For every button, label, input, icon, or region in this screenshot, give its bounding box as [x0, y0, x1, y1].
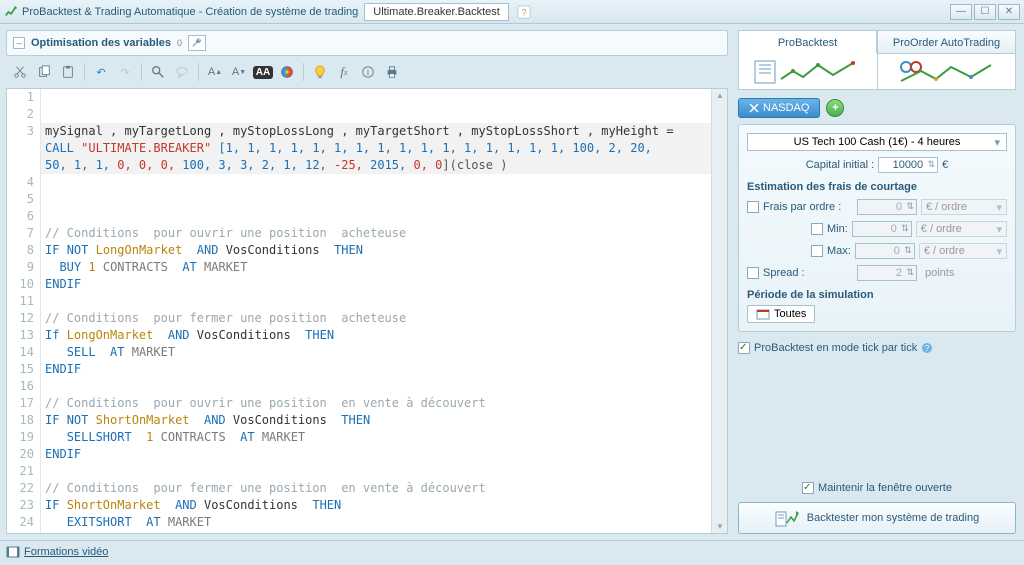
footer: Formations vidéo — [0, 540, 1024, 562]
currency-label: € — [942, 159, 948, 171]
app-icon — [4, 5, 18, 19]
code-content[interactable]: mySignal , myTargetLong , myStopLossLong… — [41, 89, 727, 533]
settings-panel: ProBacktest ProOrder AutoTrading NASDAQ … — [734, 24, 1024, 540]
theme-toggle-icon[interactable]: AA — [253, 62, 273, 82]
keep-open-checkbox[interactable] — [802, 482, 814, 494]
search-icon[interactable] — [148, 62, 168, 82]
backtest-icon — [775, 509, 799, 527]
editor-toolbar: ↶ ↷ A▲ A▼ AA fx i — [6, 56, 728, 88]
add-instrument-button[interactable]: + — [826, 99, 844, 117]
video-tutorials-link[interactable]: Formations vidéo — [6, 546, 108, 558]
spread-checkbox[interactable] — [747, 267, 759, 279]
optimisation-header: – Optimisation des variables 0 — [6, 30, 728, 56]
fees-max-checkbox[interactable] — [811, 245, 823, 257]
film-icon — [6, 546, 20, 558]
spread-input[interactable]: 2 — [857, 265, 917, 281]
variable-count: 0 — [177, 38, 182, 48]
tab-art — [738, 54, 1016, 90]
svg-text:?: ? — [925, 344, 930, 353]
font-increase-icon[interactable]: A▲ — [205, 62, 225, 82]
print-icon[interactable] — [382, 62, 402, 82]
fees-unit-select[interactable]: € / ordre — [921, 199, 1007, 215]
tab-probacktest[interactable]: ProBacktest — [738, 30, 877, 54]
capital-input[interactable]: 10000 — [878, 157, 938, 173]
document-tab[interactable]: Ultimate.Breaker.Backtest — [364, 3, 509, 21]
vertical-scrollbar[interactable] — [711, 89, 727, 533]
tick-mode-checkbox[interactable] — [738, 342, 750, 354]
color-icon[interactable] — [277, 62, 297, 82]
fees-max-input[interactable]: 0 — [855, 243, 915, 259]
paste-icon[interactable] — [58, 62, 78, 82]
svg-text:?: ? — [521, 7, 526, 17]
run-backtest-button[interactable]: Backtester mon système de trading — [738, 502, 1016, 534]
minimize-button[interactable]: — — [950, 4, 972, 20]
fees-min-checkbox[interactable] — [811, 223, 823, 235]
period-heading: Période de la simulation — [747, 289, 1007, 301]
wrench-icon[interactable] — [188, 35, 206, 51]
keep-open-label: Maintenir la fenêtre ouverte — [818, 482, 952, 494]
undo-icon[interactable]: ↶ — [91, 62, 111, 82]
redo-icon[interactable]: ↷ — [115, 62, 135, 82]
cut-icon[interactable] — [10, 62, 30, 82]
code-editor[interactable]: 123456789101112131415161718192021222324 … — [6, 88, 728, 534]
tab-proorder[interactable]: ProOrder AutoTrading — [877, 30, 1016, 54]
fees-min-unit[interactable]: € / ordre — [916, 221, 1007, 237]
function-icon[interactable]: fx — [334, 62, 354, 82]
instrument-tab-nasdaq[interactable]: NASDAQ — [738, 98, 820, 118]
period-button[interactable]: Toutes — [747, 305, 815, 323]
tick-mode-label: ProBacktest en mode tick par tick — [754, 342, 917, 354]
fees-per-order-checkbox[interactable] — [747, 201, 759, 213]
info-icon[interactable]: i — [358, 62, 378, 82]
optimisation-title: Optimisation des variables — [31, 37, 171, 49]
close-icon[interactable] — [749, 103, 759, 113]
close-button[interactable]: ✕ — [998, 4, 1020, 20]
font-decrease-icon[interactable]: A▼ — [229, 62, 249, 82]
calendar-icon — [756, 308, 770, 320]
instrument-select[interactable]: US Tech 100 Cash (1€) - 4 heures — [747, 133, 1007, 151]
info-icon[interactable]: ? — [921, 342, 933, 354]
fees-heading: Estimation des frais de courtage — [747, 181, 1007, 193]
help-icon[interactable]: ? — [515, 3, 533, 21]
fees-min-input[interactable]: 0 — [852, 221, 912, 237]
fees-per-order-input[interactable]: 0 — [857, 199, 917, 215]
comment-icon[interactable] — [172, 62, 192, 82]
fees-max-unit[interactable]: € / ordre — [919, 243, 1007, 259]
capital-label: Capital initial : — [806, 159, 874, 171]
collapse-button[interactable]: – — [13, 37, 25, 49]
svg-text:i: i — [367, 68, 369, 78]
maximize-button[interactable]: ☐ — [974, 4, 996, 20]
editor-panel: – Optimisation des variables 0 ↶ ↷ A▲ A▼… — [0, 24, 734, 540]
titlebar: ProBacktest & Trading Automatique - Créa… — [0, 0, 1024, 24]
lightbulb-icon[interactable] — [310, 62, 330, 82]
line-gutter: 123456789101112131415161718192021222324 — [7, 89, 41, 533]
app-title: ProBacktest & Trading Automatique - Créa… — [22, 6, 358, 18]
copy-icon[interactable] — [34, 62, 54, 82]
